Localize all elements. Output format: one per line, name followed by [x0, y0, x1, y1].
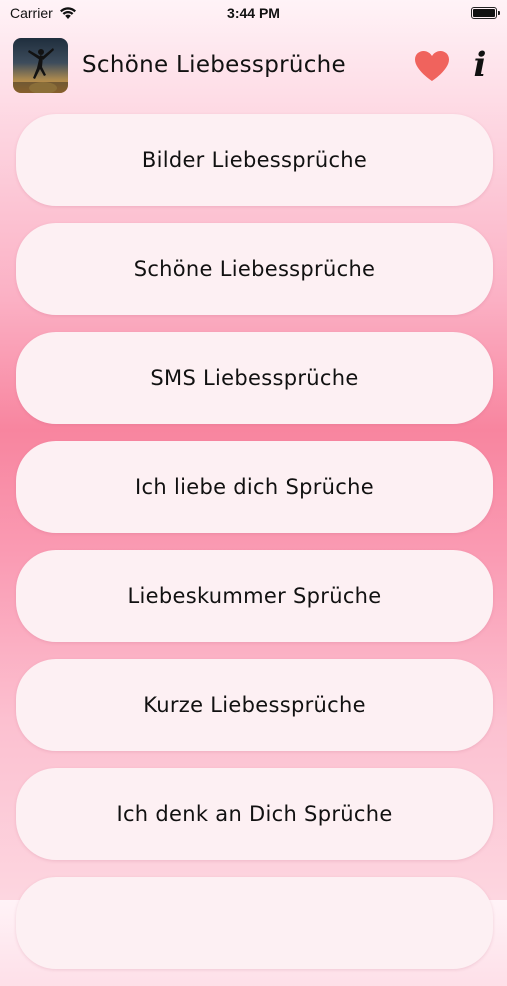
silhouette-sunset-icon — [13, 38, 68, 93]
app-title: Schöne Liebessprüche — [82, 52, 347, 78]
battery-level — [473, 9, 495, 17]
menu-item-kurze-liebessprueche[interactable]: Kurze Liebessprüche — [16, 659, 493, 751]
menu-item-label: Bilder Liebessprüche — [141, 148, 368, 172]
status-bar: Carrier 3:44 PM — [0, 0, 507, 28]
menu-item-schoene-liebessprueche[interactable]: Schöne Liebessprüche — [16, 223, 493, 315]
battery-icon — [471, 7, 500, 19]
menu-item-ich-liebe-dich-sprueche[interactable]: Ich liebe dich Sprüche — [16, 441, 493, 533]
menu-item-sms-liebessprueche[interactable]: SMS Liebessprüche — [16, 332, 493, 424]
menu-item-liebeskummer-sprueche[interactable]: Liebeskummer Sprüche — [16, 550, 493, 642]
menu-item-label: Ich denk an Dich Sprüche — [116, 802, 393, 826]
menu-item-label: Ich liebe dich Sprüche — [135, 475, 374, 499]
menu-item-label: Liebeskummer Sprüche — [127, 584, 382, 608]
menu-item-label: SMS Liebessprüche — [150, 366, 359, 390]
menu-item-partial[interactable] — [16, 877, 493, 969]
heart-icon[interactable] — [414, 50, 450, 82]
menu-list: Bilder Liebessprüche Schöne Liebessprüch… — [16, 114, 493, 986]
menu-item-label: Schöne Liebessprüche — [133, 257, 376, 281]
nav-bar: Schöne Liebessprüche i — [0, 36, 507, 98]
info-icon[interactable]: i — [468, 46, 492, 84]
menu-item-bilder-liebessprueche[interactable]: Bilder Liebessprüche — [16, 114, 493, 206]
menu-item-ich-denk-an-dich-sprueche[interactable]: Ich denk an Dich Sprüche — [16, 768, 493, 860]
menu-item-label: Kurze Liebessprüche — [143, 693, 366, 717]
status-time: 3:44 PM — [227, 5, 280, 21]
